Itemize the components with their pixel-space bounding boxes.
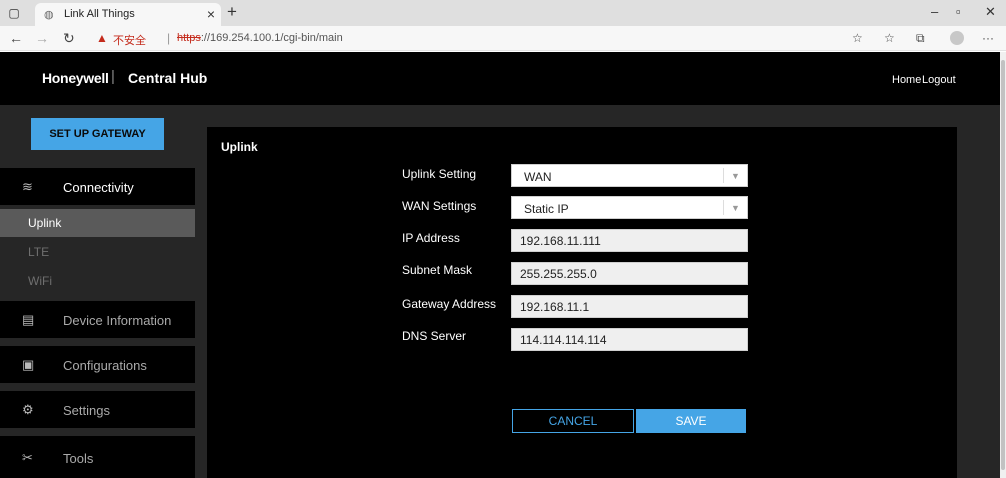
address-separator: | bbox=[167, 31, 171, 45]
address-bar: ← → ↻ ▲ 不安全 | https://169.254.100.1/cgi-… bbox=[0, 26, 1006, 51]
sidebar-item-label: Tools bbox=[63, 451, 94, 466]
url-path: ://169.254.100.1/cgi-bin/main bbox=[200, 32, 343, 44]
sidebar-item-settings[interactable]: ⚙ Settings bbox=[0, 391, 195, 428]
subnet-mask-input[interactable] bbox=[511, 262, 748, 285]
wan-settings-value: Static IP bbox=[524, 202, 569, 216]
set-up-gateway-button[interactable]: SET UP GATEWAY bbox=[31, 118, 164, 150]
subnet-mask-label: Subnet Mask bbox=[402, 263, 473, 277]
wan-settings-select[interactable]: Static IP ▼ bbox=[511, 196, 748, 219]
sidebar-subitem-label: Uplink bbox=[28, 216, 62, 230]
browser-tab[interactable]: ◍ Link All Things × bbox=[35, 3, 221, 26]
chevron-down-icon[interactable]: ▼ bbox=[723, 200, 747, 215]
warning-icon[interactable]: ▲ bbox=[96, 31, 108, 45]
more-icon[interactable]: ··· bbox=[982, 31, 994, 45]
sidebar-item-configurations[interactable]: ▣ Configurations bbox=[0, 346, 195, 383]
close-window-icon[interactable]: ✕ bbox=[985, 4, 996, 20]
gateway-address-input[interactable] bbox=[511, 295, 748, 318]
gear-icon: ⚙ bbox=[22, 402, 34, 417]
read-aloud-icon[interactable]: ☆ bbox=[852, 31, 863, 45]
sidebar-subitem-label: WiFi bbox=[28, 274, 52, 288]
dns-server-input[interactable] bbox=[511, 328, 748, 351]
brand-separator: | bbox=[111, 68, 115, 85]
home-link[interactable]: Home bbox=[892, 74, 921, 86]
cancel-button[interactable]: CANCEL bbox=[512, 409, 634, 433]
page-scrollbar[interactable] bbox=[1000, 52, 1006, 478]
web-page: Honeywell | Central Hub Home Logout SET … bbox=[0, 52, 1000, 478]
ip-address-input[interactable] bbox=[511, 229, 748, 252]
restore-icon[interactable]: ▫ bbox=[956, 4, 961, 19]
gateway-address-label: Gateway Address bbox=[402, 297, 497, 311]
sidebar-subitem-lte[interactable]: LTE bbox=[0, 238, 195, 266]
uplink-setting-value: WAN bbox=[524, 170, 552, 184]
sidebar-item-label: Connectivity bbox=[63, 180, 134, 195]
sidebar-item-label: Device Information bbox=[63, 313, 172, 328]
close-tab-icon[interactable]: × bbox=[207, 6, 215, 22]
browser-tab-bar: ▢ ◍ Link All Things × + – ▫ ✕ bbox=[0, 0, 1006, 26]
sidebar-item-label: Configurations bbox=[63, 358, 147, 373]
back-icon[interactable]: ← bbox=[9, 30, 23, 46]
not-secure-label[interactable]: 不安全 bbox=[113, 32, 146, 48]
scrollbar-thumb[interactable] bbox=[1001, 60, 1005, 470]
collections-icon[interactable]: ⧉ bbox=[916, 31, 925, 46]
forward-icon[interactable]: → bbox=[35, 30, 49, 46]
configurations-icon: ▣ bbox=[22, 357, 35, 372]
wifi-icon: ≋ bbox=[22, 179, 33, 194]
product-name: Central Hub bbox=[128, 70, 208, 86]
minimize-icon[interactable]: – bbox=[931, 4, 938, 19]
globe-icon: ◍ bbox=[44, 9, 54, 21]
sidebar-item-tools[interactable]: ✂ Tools bbox=[0, 436, 195, 478]
tools-icon: ✂ bbox=[22, 450, 33, 465]
sidebar-item-device-information[interactable]: ▤ Device Information bbox=[0, 301, 195, 338]
sidebar-item-connectivity[interactable]: ≋ Connectivity bbox=[0, 168, 195, 205]
profile-avatar[interactable] bbox=[950, 31, 964, 45]
dns-server-label: DNS Server bbox=[402, 329, 467, 343]
brand-logo: Honeywell bbox=[42, 70, 109, 86]
tab-actions-icon[interactable]: ▢ bbox=[6, 5, 22, 21]
sidebar-subitem-label: LTE bbox=[28, 245, 50, 259]
uplink-panel: Uplink Uplink Setting WAN ▼ WAN Settings… bbox=[207, 127, 957, 478]
save-button[interactable]: SAVE bbox=[636, 409, 746, 433]
url-field[interactable]: https://169.254.100.1/cgi-bin/main bbox=[177, 32, 343, 44]
new-tab-button[interactable]: + bbox=[227, 2, 237, 22]
page-title: Uplink bbox=[221, 140, 258, 154]
sidebar-item-label: Settings bbox=[63, 403, 110, 418]
sidebar-subitem-wifi[interactable]: WiFi bbox=[0, 267, 195, 295]
uplink-setting-label: Uplink Setting bbox=[402, 167, 477, 181]
tab-title: Link All Things bbox=[64, 8, 135, 20]
sidebar-subitem-uplink[interactable]: Uplink bbox=[0, 209, 195, 237]
chevron-down-icon[interactable]: ▼ bbox=[723, 168, 747, 183]
wan-settings-label: WAN Settings bbox=[402, 199, 477, 213]
favorites-icon[interactable]: ☆ bbox=[884, 31, 895, 45]
logout-link[interactable]: Logout bbox=[922, 74, 956, 86]
url-scheme: https bbox=[177, 32, 201, 44]
device-icon: ▤ bbox=[22, 312, 35, 327]
ip-address-label: IP Address bbox=[402, 231, 460, 245]
uplink-setting-select[interactable]: WAN ▼ bbox=[511, 164, 748, 187]
site-header: Honeywell | Central Hub Home Logout bbox=[0, 52, 1000, 105]
refresh-icon[interactable]: ↻ bbox=[63, 30, 75, 47]
